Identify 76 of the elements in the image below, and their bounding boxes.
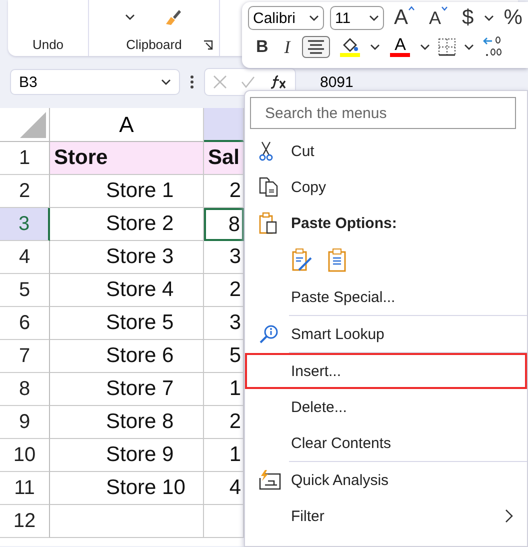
- table-cell: Store 5: [50, 307, 204, 340]
- align-center-button[interactable]: [302, 36, 330, 58]
- group-label: Clipboard: [126, 37, 182, 52]
- font-name-dropdown[interactable]: Calibri: [248, 6, 324, 30]
- caret-icon[interactable]: [309, 15, 319, 21]
- paste-formatting-icon[interactable]: [291, 248, 313, 272]
- menu-heading: Paste Options:: [245, 205, 527, 241]
- caret-icon[interactable]: [464, 44, 474, 50]
- caret-icon[interactable]: [420, 44, 430, 50]
- check-icon[interactable]: [241, 76, 255, 88]
- row-header[interactable]: 5: [0, 274, 50, 307]
- caret-icon[interactable]: [161, 79, 171, 85]
- formula-field[interactable]: 8091: [306, 74, 354, 90]
- search-field[interactable]: Search the menus: [250, 97, 516, 129]
- table-cell: Sal: [204, 142, 244, 175]
- dialog-launcher-icon[interactable]: [203, 40, 213, 50]
- scissors-icon: [259, 141, 273, 161]
- menu-item[interactable]: Insert...: [245, 353, 527, 389]
- copy-icon: [259, 177, 279, 197]
- row-header[interactable]: 4: [0, 241, 50, 274]
- row-header[interactable]: 9: [0, 406, 50, 439]
- menu-item[interactable]: Delete...: [245, 389, 527, 425]
- quick-analysis-icon: [259, 470, 281, 490]
- caret-up-icon: [408, 6, 416, 11]
- table-cell: Store 3: [50, 241, 204, 274]
- row-header[interactable]: 3: [0, 208, 50, 241]
- borders-icon[interactable]: [438, 38, 456, 56]
- fill-color-button[interactable]: [338, 37, 362, 57]
- table-cell: Store 9: [50, 439, 204, 472]
- caret-icon[interactable]: [484, 15, 494, 21]
- row-header[interactable]: 2: [0, 175, 50, 208]
- table-cell: Store 10: [50, 472, 204, 505]
- menu-item[interactable]: Smart Lookup: [245, 316, 527, 352]
- format-button[interactable]: $: [458, 5, 478, 31]
- clipboard-icon[interactable]: [327, 248, 347, 272]
- paintbrush-icon[interactable]: [163, 7, 183, 27]
- table-cell: Store 4: [50, 274, 204, 307]
- format-button[interactable]: %: [500, 5, 526, 31]
- row-header[interactable]: 8: [0, 373, 50, 406]
- menu-item[interactable]: Cut: [245, 133, 527, 169]
- table-cell: Store 7: [50, 373, 204, 406]
- search-info-icon: [259, 324, 279, 344]
- more-options-icon[interactable]: [190, 75, 194, 89]
- caret-icon[interactable]: [370, 44, 380, 50]
- row-header[interactable]: 12: [0, 505, 50, 538]
- row-header[interactable]: 11: [0, 472, 50, 505]
- caret-icon[interactable]: [369, 15, 379, 21]
- table-cell: Store 6: [50, 340, 204, 373]
- row-header[interactable]: 10: [0, 439, 50, 472]
- table-cell: Store 2: [50, 208, 204, 241]
- name-box[interactable]: B3: [10, 69, 180, 95]
- font-size-dropdown[interactable]: 11: [330, 6, 384, 30]
- table-cell: Store 8: [50, 406, 204, 439]
- caret-down-icon: [441, 6, 448, 11]
- row-header[interactable]: 7: [0, 340, 50, 373]
- menu-item[interactable]: Clear Contents: [245, 425, 527, 461]
- table-cell: Store: [50, 142, 204, 175]
- clipboard-icon: [259, 212, 277, 234]
- menu-item[interactable]: Filter: [245, 498, 527, 534]
- table-cell: Store 1: [50, 175, 204, 208]
- italic-button[interactable]: I: [280, 34, 294, 60]
- column-header[interactable]: [204, 108, 244, 142]
- caret-icon[interactable]: [125, 14, 135, 20]
- function-icon[interactable]: [269, 74, 287, 90]
- font-color-button[interactable]: A: [388, 37, 412, 57]
- group-label: Undo: [32, 37, 64, 52]
- menu-item[interactable]: Copy: [245, 169, 527, 205]
- shrink-font-button[interactable]: A: [425, 5, 452, 31]
- table-cell: 8: [204, 208, 244, 241]
- grow-font-button[interactable]: A: [390, 5, 420, 31]
- menu-item[interactable]: Quick Analysis: [245, 462, 527, 498]
- row-header[interactable]: 6: [0, 307, 50, 340]
- increase-decimal-icon[interactable]: [482, 36, 504, 58]
- menu-item[interactable]: Paste Special...: [245, 279, 527, 315]
- bold-button[interactable]: B: [252, 34, 272, 60]
- row-header[interactable]: 1: [0, 142, 50, 175]
